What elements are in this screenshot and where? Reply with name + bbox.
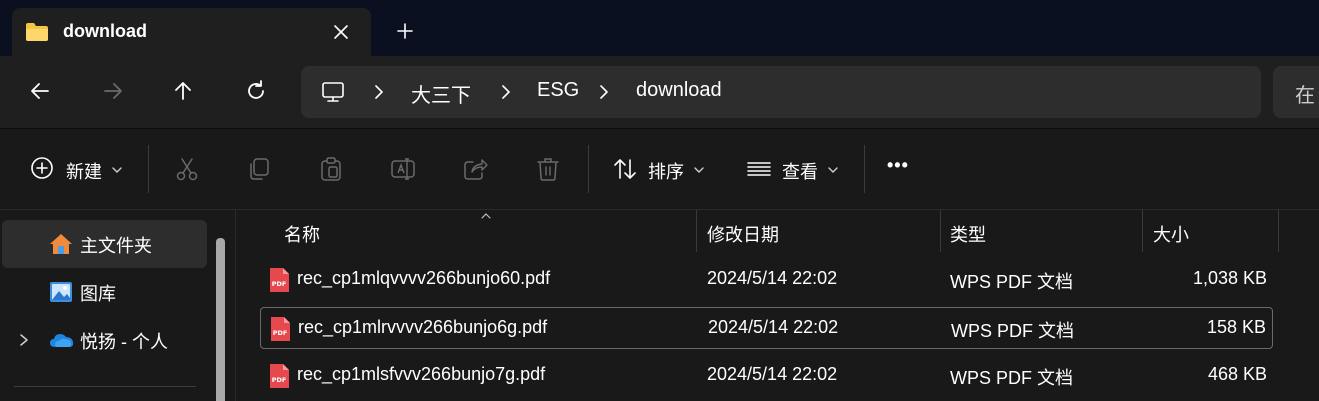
home-icon bbox=[49, 232, 73, 256]
new-button[interactable]: 新建 bbox=[18, 129, 130, 209]
list-view-icon bbox=[746, 156, 772, 182]
chevron-right-icon[interactable] bbox=[369, 82, 389, 102]
divider bbox=[148, 145, 149, 193]
chevron-right-icon[interactable] bbox=[496, 82, 516, 102]
gallery-icon bbox=[49, 280, 73, 304]
divider bbox=[588, 145, 589, 193]
onedrive-cloud-icon bbox=[49, 328, 75, 352]
svg-text:PDF: PDF bbox=[272, 376, 287, 384]
file-list: 名称 修改日期 类型 大小 PDF rec_cp1mlqvvvv266bunjo… bbox=[236, 210, 1319, 401]
sidebar-item-onedrive[interactable]: 悦扬 - 个人 bbox=[2, 316, 207, 364]
pdf-file-icon: PDF bbox=[268, 363, 290, 389]
chevron-right-icon[interactable] bbox=[594, 82, 614, 102]
share-icon bbox=[462, 156, 488, 182]
tab-title: download bbox=[63, 21, 147, 41]
sort-button[interactable]: 排序 bbox=[610, 129, 710, 209]
divider bbox=[864, 145, 865, 193]
svg-text:PDF: PDF bbox=[273, 329, 288, 337]
sidebar-item-label: 图库 bbox=[80, 284, 116, 304]
column-header-size[interactable]: 大小 bbox=[1143, 210, 1277, 252]
sidebar-item-label: 悦扬 - 个人 bbox=[80, 332, 168, 352]
search-placeholder: 在 bbox=[1295, 85, 1315, 107]
file-name: rec_cp1mlrvvvv266bunjo6g.pdf bbox=[298, 317, 548, 337]
search-input[interactable]: 在 bbox=[1273, 66, 1319, 118]
rename-icon bbox=[390, 156, 416, 182]
file-size: 1,038 KB bbox=[1192, 268, 1267, 288]
file-size: 158 KB bbox=[1206, 317, 1266, 337]
breadcrumb-item[interactable]: download bbox=[636, 79, 722, 102]
column-header-label: 名称 bbox=[284, 225, 320, 245]
title-bar: download bbox=[0, 0, 1319, 56]
column-divider[interactable] bbox=[1278, 210, 1279, 252]
view-label: 查看 bbox=[782, 162, 818, 182]
file-size: 468 KB bbox=[1207, 364, 1267, 384]
breadcrumb-item[interactable]: ESG bbox=[537, 79, 579, 102]
column-header-label: 大小 bbox=[1153, 225, 1189, 245]
file-date: 2024/5/14 22:02 bbox=[707, 268, 838, 288]
more-options-button[interactable]: ••• bbox=[885, 129, 919, 209]
sidebar-item-label: 主文件夹 bbox=[80, 236, 152, 256]
chevron-down-icon bbox=[693, 164, 705, 176]
sidebar-item-home[interactable]: 主文件夹 bbox=[2, 220, 207, 268]
plus-circle-icon bbox=[30, 156, 54, 180]
cut-button[interactable] bbox=[174, 129, 204, 209]
column-header-date[interactable]: 修改日期 bbox=[697, 210, 940, 252]
breadcrumb-item[interactable]: 大三下 bbox=[411, 79, 471, 108]
new-label: 新建 bbox=[66, 162, 102, 182]
chevron-right-icon[interactable] bbox=[18, 333, 30, 347]
folder-icon bbox=[25, 21, 49, 43]
address-bar[interactable]: 大三下 ESG download bbox=[301, 66, 1261, 118]
file-type: WPS PDF 文档 bbox=[950, 272, 1074, 292]
file-date: 2024/5/14 22:02 bbox=[708, 317, 839, 337]
sidebar-item-gallery[interactable]: 图库 bbox=[2, 268, 207, 316]
close-icon[interactable] bbox=[330, 21, 352, 43]
view-button[interactable]: 查看 bbox=[744, 129, 844, 209]
table-row[interactable]: PDF rec_cp1mlqvvvv266bunjo60.pdf 2024/5/… bbox=[260, 259, 1273, 301]
file-name: rec_cp1mlsfvvv266bunjo7g.pdf bbox=[297, 364, 546, 384]
paste-button[interactable] bbox=[318, 129, 348, 209]
chevron-down-icon bbox=[827, 164, 839, 176]
share-button[interactable] bbox=[462, 129, 492, 209]
rename-button[interactable] bbox=[390, 129, 420, 209]
table-row[interactable]: PDF rec_cp1mlsfvvv266bunjo7g.pdf 2024/5/… bbox=[260, 355, 1273, 397]
address-row: 大三下 ESG download 在 bbox=[0, 56, 1319, 128]
scissors-icon bbox=[174, 156, 200, 182]
column-header-name[interactable]: 名称 bbox=[272, 210, 696, 252]
file-date: 2024/5/14 22:02 bbox=[707, 364, 838, 384]
sort-icon bbox=[612, 156, 638, 182]
tab-download[interactable]: download bbox=[12, 8, 371, 56]
refresh-icon[interactable] bbox=[243, 78, 269, 104]
more-icon: ••• bbox=[887, 155, 909, 175]
table-row[interactable]: PDF rec_cp1mlrvvvv266bunjo6g.pdf 2024/5/… bbox=[260, 307, 1273, 349]
column-header-label: 类型 bbox=[950, 225, 986, 245]
trash-icon bbox=[535, 156, 561, 182]
file-type: WPS PDF 文档 bbox=[950, 368, 1074, 388]
clipboard-icon bbox=[318, 156, 344, 182]
divider bbox=[14, 386, 196, 387]
file-name: rec_cp1mlqvvvv266bunjo60.pdf bbox=[297, 268, 551, 288]
sidebar-scrollbar[interactable] bbox=[216, 238, 225, 401]
chevron-down-icon bbox=[111, 164, 123, 176]
svg-text:PDF: PDF bbox=[272, 280, 287, 288]
navigation-pane: 主文件夹 图库 悦扬 - 个人 bbox=[0, 210, 235, 401]
column-header-type[interactable]: 类型 bbox=[941, 210, 1142, 252]
delete-button[interactable] bbox=[535, 129, 565, 209]
arrow-up-icon[interactable] bbox=[170, 78, 196, 104]
copy-icon bbox=[246, 156, 272, 182]
arrow-right-icon[interactable] bbox=[100, 78, 126, 104]
column-header-label: 修改日期 bbox=[707, 225, 779, 245]
sort-label: 排序 bbox=[648, 162, 684, 182]
arrow-left-icon[interactable] bbox=[27, 78, 53, 104]
monitor-icon[interactable] bbox=[320, 79, 346, 105]
plus-icon[interactable] bbox=[394, 20, 416, 42]
copy-button[interactable] bbox=[246, 129, 276, 209]
file-type: WPS PDF 文档 bbox=[951, 321, 1075, 341]
pdf-file-icon: PDF bbox=[268, 267, 290, 293]
command-bar: 新建 排序 查看 ••• bbox=[0, 129, 1319, 209]
pdf-file-icon: PDF bbox=[269, 316, 291, 342]
